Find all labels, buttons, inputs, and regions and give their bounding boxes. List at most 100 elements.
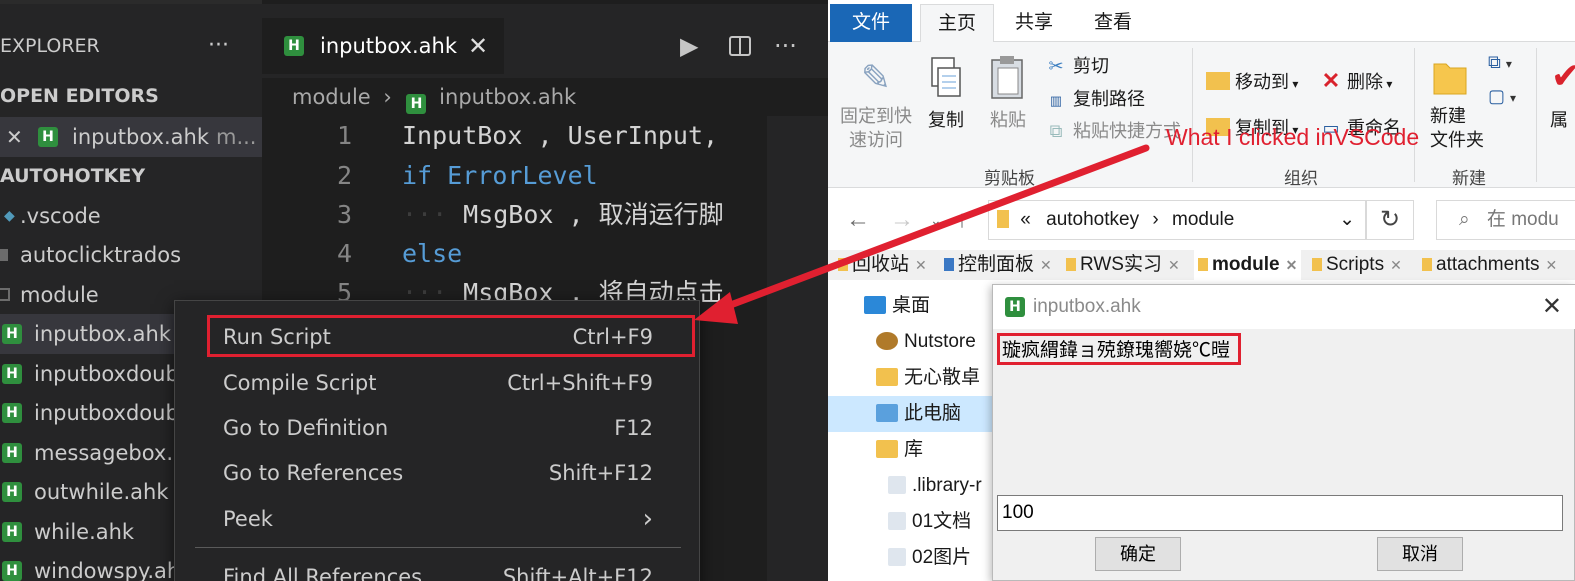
ahk-app-icon: H xyxy=(1005,297,1025,317)
tab-inputbox[interactable]: H inputbox.ahk ✕ xyxy=(262,18,504,74)
nav-item-desktop[interactable]: 桌面 xyxy=(828,288,998,324)
menu-item-compile-script[interactable]: Compile Script Ctrl+Shift+F9 xyxy=(223,363,653,403)
paste-shortcut-button[interactable]: ⧉ 粘贴快捷方式 xyxy=(1044,117,1181,143)
ribbon-tab-home[interactable]: 主页 xyxy=(920,4,994,43)
back-arrow-icon[interactable]: ← xyxy=(846,206,870,234)
pin-to-quick-access-button[interactable]: 固定到快 速访问 xyxy=(840,104,912,152)
minimap[interactable] xyxy=(767,116,828,581)
delete-button[interactable]: ✕ 删除 ▾ xyxy=(1320,68,1393,94)
easy-access-icon[interactable]: ▢ ▾ xyxy=(1488,86,1516,107)
annotation-text: What I clicked inVSCode xyxy=(1166,124,1420,150)
close-icon[interactable]: ✕ xyxy=(1390,257,1402,273)
properties-icon[interactable]: ✔ xyxy=(1546,54,1575,98)
menu-item-peek[interactable]: Peek › xyxy=(223,499,653,539)
tree-item-autoclicktrados[interactable]: autoclicktrados xyxy=(0,235,262,275)
document-icon xyxy=(888,512,906,530)
close-icon[interactable]: ✕ xyxy=(1546,257,1558,273)
nav-item-user[interactable]: 无心散卓 xyxy=(828,360,998,396)
close-icon[interactable]: ✕ xyxy=(468,18,488,74)
close-icon[interactable]: ✕ xyxy=(915,257,927,273)
folder-icon xyxy=(1066,258,1076,271)
ribbon-tab-bar: 文件 主页 共享 查看 xyxy=(828,0,1575,43)
properties-button[interactable]: 属 xyxy=(1550,106,1568,132)
quick-tab[interactable]: Scripts ✕ xyxy=(1312,250,1402,280)
dialog-title: inputbox.ahk xyxy=(1033,296,1141,317)
nav-item-nutstore[interactable]: Nutstore xyxy=(828,324,998,360)
paste-button[interactable]: 粘贴 xyxy=(990,106,1026,132)
close-icon[interactable]: ✕ xyxy=(1286,257,1298,273)
close-icon[interactable]: ✕ xyxy=(1168,257,1180,273)
menu-item-find-all-references[interactable]: Find All References Shift+Alt+F12 xyxy=(223,557,653,581)
pin-icon[interactable]: ✎ xyxy=(856,56,896,100)
copy-path-button[interactable]: ▥ 复制路径 xyxy=(1044,85,1145,111)
search-input[interactable]: ⌕ 在 modu xyxy=(1436,200,1575,240)
ribbon-tab-file[interactable]: 文件 xyxy=(830,4,912,42)
menu-item-label: Run Script xyxy=(223,325,331,349)
nav-item-libraries[interactable]: 库 xyxy=(828,432,998,468)
chevron-down-icon[interactable]: ⌄ xyxy=(1339,201,1355,239)
open-editor-item[interactable]: ✕ H inputbox.ahk m... xyxy=(0,117,262,157)
recent-chevron-icon[interactable]: ⌄ xyxy=(930,212,942,229)
menu-item-shortcut: Shift+F12 xyxy=(548,461,653,485)
address-segment[interactable]: autohotkey xyxy=(1046,209,1139,230)
quick-tab[interactable]: 控制面板 ✕ xyxy=(944,250,1052,280)
explorer-more-icon[interactable]: ··· xyxy=(208,26,229,66)
breadcrumb-folder[interactable]: module xyxy=(292,85,371,109)
tree-item-vscode[interactable]: ◆ .vscode xyxy=(0,196,262,236)
dialog-title-bar[interactable]: H inputbox.ahk ✕ xyxy=(993,285,1575,329)
ribbon-tab-share[interactable]: 共享 xyxy=(1004,4,1064,42)
nav-item-library-ms[interactable]: .library-r xyxy=(828,468,998,504)
cancel-button[interactable]: 取消 xyxy=(1377,537,1463,571)
run-icon[interactable]: ▶ xyxy=(680,34,698,58)
folder-icon xyxy=(1422,258,1432,271)
nav-item-pictures[interactable]: 02图片 xyxy=(828,540,998,576)
address-input[interactable]: « autohotkey › module ⌄ xyxy=(988,200,1366,240)
split-editor-icon[interactable] xyxy=(728,34,752,62)
new-item-icon[interactable]: ⧉ ▾ xyxy=(1488,52,1512,73)
paste-icon[interactable] xyxy=(988,54,1028,99)
ribbon-tab-view[interactable]: 查看 xyxy=(1078,4,1148,42)
tab-bar: H inputbox.ahk ✕ ▶ ··· xyxy=(262,4,828,78)
scissors-icon: ✂ xyxy=(1048,56,1064,76)
close-icon[interactable]: ✕ xyxy=(1040,257,1052,273)
quick-access-tabs: 回收站 ✕ 控制面板 ✕ RWS实习 ✕ module ✕ Scripts ✕ attac… xyxy=(828,250,1575,280)
address-segment[interactable]: module xyxy=(1172,209,1234,230)
nav-item-this-pc[interactable]: 此电脑 xyxy=(828,396,998,432)
ok-button[interactable]: 确定 xyxy=(1095,537,1181,571)
close-icon[interactable]: ✕ xyxy=(1542,285,1562,329)
up-arrow-icon[interactable]: ↑ xyxy=(956,206,968,234)
menu-item-shortcut: Ctrl+F9 xyxy=(572,325,653,349)
quick-tab-active[interactable]: module ✕ xyxy=(1194,250,1302,280)
more-actions-icon[interactable]: ··· xyxy=(774,34,797,58)
menu-item-go-to-references[interactable]: Go to References Shift+F12 xyxy=(223,453,653,493)
tree-item-label: inputbox.ahk xyxy=(34,322,171,346)
keyword: if xyxy=(402,161,433,190)
workspace-header[interactable]: AUTOHOTKEY xyxy=(0,156,262,196)
cut-button[interactable]: ✂ 剪切 xyxy=(1044,52,1109,78)
copy-icon[interactable] xyxy=(926,56,966,100)
menu-item-label: Go to Definition xyxy=(223,416,389,440)
nav-item-docs[interactable]: 01文档 xyxy=(828,504,998,540)
refresh-icon[interactable]: ↻ xyxy=(1366,200,1414,240)
menu-item-label: Find All References xyxy=(223,565,423,581)
open-editors-header[interactable]: OPEN EDITORS xyxy=(0,76,262,116)
new-folder-icon[interactable] xyxy=(1430,54,1470,98)
breadcrumb-file[interactable]: inputbox.ahk xyxy=(439,85,576,109)
copy-button[interactable]: 复制 xyxy=(928,106,964,132)
dialog-prompt: 璇疯緭鍏ョ殑鐐瑰嚮娆℃暟 xyxy=(997,333,1242,365)
navigation-pane: 桌面 Nutstore 无心散卓 此电脑 库 .library-r 01文档 0… xyxy=(828,284,998,581)
tree-item-label: while.ahk xyxy=(34,520,135,544)
quick-tab[interactable]: 回收站 ✕ xyxy=(838,250,927,280)
quick-tab[interactable]: attachments ✕ xyxy=(1422,250,1557,280)
move-to-button[interactable]: 移动到 ▾ xyxy=(1206,68,1298,94)
breadcrumb: module › H inputbox.ahk xyxy=(292,78,576,116)
folder-icon xyxy=(0,288,10,301)
menu-item-run-script[interactable]: Run Script Ctrl+F9 xyxy=(223,317,653,357)
new-folder-button[interactable]: 新建 文件夹 xyxy=(1430,104,1484,152)
dialog-input[interactable]: 100 xyxy=(997,495,1563,531)
quick-tab[interactable]: RWS实习 ✕ xyxy=(1066,250,1180,280)
menu-item-go-to-definition[interactable]: Go to Definition F12 xyxy=(223,408,653,448)
forward-arrow-icon[interactable]: → xyxy=(890,206,914,234)
close-icon[interactable]: ✕ xyxy=(6,117,23,157)
vscode-window: EXPLORER ··· OPEN EDITORS ✕ H inputbox.a… xyxy=(0,0,828,581)
